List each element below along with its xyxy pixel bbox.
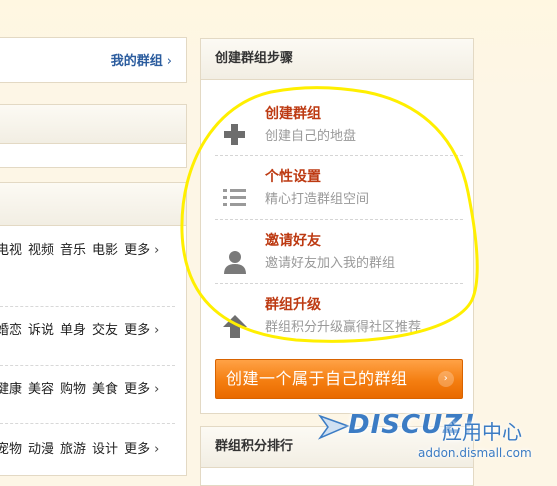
chevron-right-icon: › (166, 54, 172, 69)
category-link[interactable]: 美容 (28, 382, 54, 397)
divider (0, 365, 175, 366)
user-icon (221, 248, 249, 276)
group-categories-header (0, 183, 186, 226)
step-item: 创建群组 创建自己的地盘 (215, 103, 463, 166)
step-description: 群组积分升级赢得社区推荐 (265, 320, 422, 335)
more-label: 更多 (124, 323, 151, 338)
panel2-title: 群组积分排行 (201, 427, 473, 468)
category-link[interactable]: 美食 (92, 382, 118, 397)
category-link[interactable]: 购物 (60, 382, 86, 397)
category-link[interactable]: 电视 (0, 243, 22, 258)
group-info-box (0, 104, 187, 168)
category-link[interactable]: 设计 (92, 442, 118, 457)
category-more-link[interactable]: 更多 › (124, 382, 159, 397)
category-link[interactable]: 动漫 (28, 442, 54, 457)
more-label: 更多 (124, 243, 151, 258)
category-link[interactable]: 旅游 (60, 442, 86, 457)
category-link[interactable]: 交友 (92, 323, 118, 338)
category-row: 健康 美容 购物 美食 更多 › (0, 376, 183, 404)
category-link[interactable]: 视频 (28, 243, 54, 258)
more-label: 更多 (124, 382, 151, 397)
my-groups-label: 我的群组 (110, 54, 163, 69)
group-points-ranking-panel: 群组积分排行 (200, 426, 474, 486)
create-group-steps-panel: 创建群组步骤 创建群组 创建自己的地盘 个性设置 精心打造群组空间 邀请好友 邀… (200, 38, 474, 414)
group-info-box-header (0, 105, 186, 144)
step-title[interactable]: 邀请好友 (265, 230, 321, 250)
plus-icon (221, 121, 249, 149)
category-row: 婚恋 诉说 单身 交友 更多 › (0, 317, 183, 345)
category-link[interactable]: 婚恋 (0, 323, 22, 338)
chevron-right-icon: › (154, 442, 160, 457)
list-icon (221, 184, 249, 212)
category-more-link[interactable]: 更多 › (124, 442, 159, 457)
divider (215, 155, 463, 156)
category-link[interactable]: 单身 (60, 323, 86, 338)
category-link[interactable]: 健康 (0, 382, 22, 397)
step-description: 邀请好友加入我的群组 (265, 256, 396, 271)
chevron-right-icon: › (154, 323, 160, 338)
divider (215, 219, 463, 220)
step-item: 群组升级 群组积分升级赢得社区推荐 (215, 294, 463, 357)
left-column: 我的群组 › 电视 视频 音乐 电影 更多 › 婚恋 诉说 单身 交友 更多 › 健康 美容 购物 美食 更多… (0, 0, 188, 476)
step-description: 创建自己的地盘 (265, 129, 357, 144)
step-title[interactable]: 创建群组 (265, 103, 321, 123)
more-label: 更多 (124, 442, 151, 457)
step-title[interactable]: 个性设置 (265, 166, 321, 186)
step-description: 精心打造群组空间 (265, 192, 370, 207)
category-link[interactable]: 宠物 (0, 442, 22, 457)
category-link[interactable]: 电影 (92, 243, 118, 258)
step-title[interactable]: 群组升级 (265, 294, 321, 314)
category-link[interactable]: 诉说 (28, 323, 54, 338)
create-group-button-label: 创建一个属于自己的群组 (226, 369, 408, 388)
divider (0, 423, 175, 424)
chevron-right-icon: › (154, 243, 160, 258)
chevron-right-icon: › (438, 371, 454, 387)
category-row: 宠物 动漫 旅游 设计 更多 › (0, 436, 183, 464)
my-groups-box: 我的群组 › (0, 37, 187, 83)
arrow-up-icon (221, 312, 249, 340)
divider (0, 306, 175, 307)
create-group-button[interactable]: 创建一个属于自己的群组 › (215, 359, 463, 399)
category-row: 电视 视频 音乐 电影 更多 › (0, 237, 183, 265)
category-more-link[interactable]: 更多 › (124, 243, 159, 258)
category-link[interactable]: 音乐 (60, 243, 86, 258)
panel-title: 创建群组步骤 (201, 39, 473, 80)
chevron-right-icon: › (154, 382, 160, 397)
divider (215, 283, 463, 284)
my-groups-link[interactable]: 我的群组 › (111, 50, 172, 69)
category-more-link[interactable]: 更多 › (124, 323, 159, 338)
